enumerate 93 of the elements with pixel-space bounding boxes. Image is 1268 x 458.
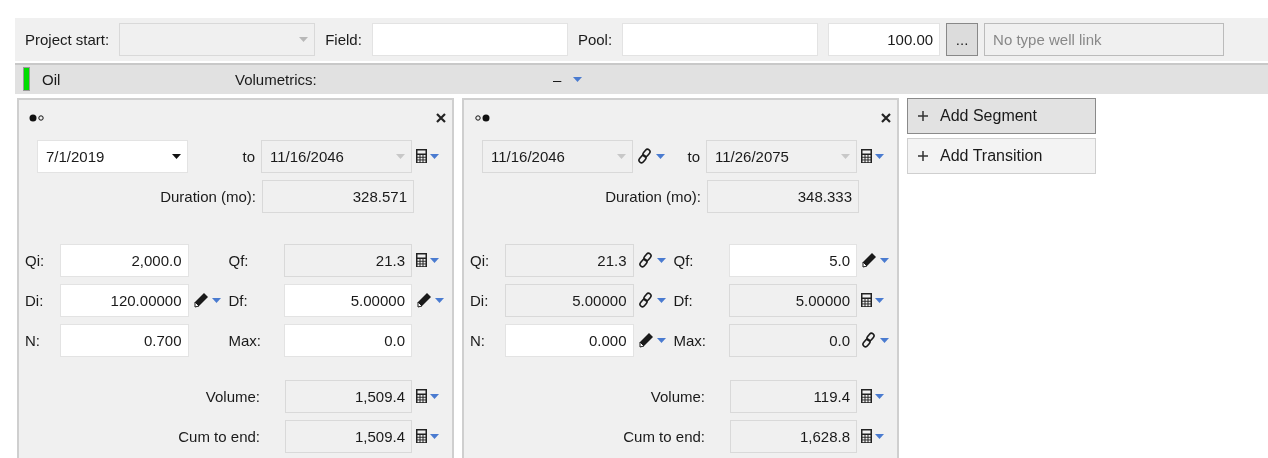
parameter-label: Df: — [228, 291, 249, 309]
result-label: Volume: — [204, 387, 261, 405]
calculator-icon[interactable] — [861, 429, 872, 443]
parameter-label: Di: — [25, 291, 45, 309]
calculator-icon[interactable] — [416, 429, 427, 443]
parameter-label: N: — [470, 331, 486, 349]
dropdown-arrow-icon[interactable] — [172, 153, 181, 159]
link-icon[interactable] — [637, 252, 654, 268]
caret-icon[interactable] — [656, 153, 665, 159]
field-label: Pool: — [577, 30, 613, 48]
duration-label: Duration (mo): — [604, 187, 702, 205]
add-button[interactable]: Add Transition — [907, 138, 1096, 174]
result-field: 1,509.4 — [285, 379, 412, 413]
field-label: Project start: — [25, 30, 110, 48]
result-label: Cum to end: — [177, 427, 261, 445]
calculator-icon[interactable] — [861, 389, 872, 403]
parameter-field[interactable]: 2,000.0 — [60, 243, 189, 277]
duration-label: Duration (mo): — [159, 187, 257, 205]
parameter-label: Qf: — [673, 251, 695, 269]
parameter-label: Max: — [228, 331, 262, 349]
duration-field: 348.333 — [707, 179, 859, 213]
volumetrics-label: Volumetrics: — [235, 70, 318, 88]
caret-icon[interactable] — [875, 393, 884, 399]
caret-icon[interactable] — [656, 297, 666, 303]
number-field[interactable]: 100.00 — [828, 22, 941, 56]
caret-icon[interactable] — [430, 153, 439, 159]
caret-icon[interactable] — [875, 153, 884, 159]
parameter-field: 5.00000 — [505, 283, 634, 317]
date-dropdown[interactable]: 11/16/2046 — [482, 139, 633, 173]
caret-icon[interactable] — [573, 76, 583, 82]
caret-icon[interactable] — [656, 257, 666, 263]
stream-name: Oil — [41, 70, 62, 88]
caret-icon[interactable] — [430, 393, 439, 399]
parameter-label: Max: — [673, 331, 707, 349]
parameter-field[interactable]: 5.00000 — [283, 283, 412, 317]
parameter-label: Qi: — [470, 251, 491, 269]
field-label: Field: — [325, 30, 362, 48]
caret-icon[interactable] — [656, 337, 666, 343]
caret-icon[interactable] — [435, 297, 444, 303]
parameter-field[interactable]: 0.000 — [505, 323, 634, 357]
duration-field: 328.571 — [262, 179, 414, 213]
result-field: 1,628.8 — [730, 419, 857, 453]
caret-icon[interactable] — [875, 433, 884, 439]
parameter-label: N: — [25, 331, 41, 349]
caret-icon[interactable] — [430, 433, 439, 439]
pencil-icon[interactable] — [192, 292, 209, 308]
calculator-icon[interactable] — [416, 149, 427, 163]
pencil-icon[interactable] — [861, 252, 877, 268]
volumetrics-value[interactable]: – — [553, 70, 562, 88]
to-label: to — [241, 147, 256, 165]
caret-icon[interactable] — [875, 297, 884, 303]
caret-icon[interactable] — [211, 297, 221, 303]
calculator-icon[interactable] — [416, 389, 427, 403]
parameter-field[interactable]: 120.00000 — [60, 283, 189, 317]
date-dropdown[interactable]: 11/26/2075 — [706, 139, 857, 173]
input-field[interactable] — [371, 22, 568, 56]
parameter-field[interactable]: 5.0 — [728, 243, 857, 277]
pencil-icon[interactable] — [416, 292, 432, 308]
parameter-label: Qi: — [25, 251, 46, 269]
calculator-icon[interactable] — [416, 253, 427, 267]
add-button[interactable]: Add Segment — [907, 98, 1096, 134]
result-field: 1,509.4 — [285, 419, 412, 453]
input-field[interactable] — [622, 22, 819, 56]
plus-icon[interactable] — [918, 111, 928, 121]
parameter-label: Di: — [470, 291, 490, 309]
result-field: 119.4 — [730, 379, 857, 413]
calculator-icon[interactable] — [861, 149, 872, 163]
close-icon[interactable] — [881, 113, 891, 123]
caret-icon[interactable] — [880, 257, 889, 263]
caret-icon[interactable] — [880, 337, 889, 343]
date-dropdown[interactable]: 7/1/2019 — [37, 139, 188, 173]
result-label: Cum to end: — [622, 427, 706, 445]
close-icon[interactable] — [436, 113, 446, 123]
parameter-field[interactable]: 0.0 — [283, 323, 412, 357]
date-dropdown[interactable]: 11/16/2046 — [261, 139, 412, 173]
parameter-label: Df: — [673, 291, 694, 309]
caret-icon[interactable] — [430, 257, 439, 263]
parameter-field[interactable]: 0.700 — [60, 323, 189, 357]
browse-button[interactable]: ... — [946, 22, 979, 56]
parameter-field: 0.0 — [728, 323, 857, 357]
to-label: to — [686, 147, 701, 165]
parameter-field: 21.3 — [505, 243, 634, 277]
parameter-field: 5.00000 — [728, 283, 857, 317]
link-icon[interactable] — [637, 148, 653, 164]
pencil-icon[interactable] — [637, 332, 654, 348]
parameter-field: 21.3 — [283, 243, 412, 277]
result-label: Volume: — [649, 387, 706, 405]
type-well-field: No type well link — [984, 22, 1225, 56]
link-icon[interactable] — [861, 332, 877, 348]
parameter-label: Qf: — [228, 251, 250, 269]
calculator-icon[interactable] — [861, 293, 872, 307]
plus-icon[interactable] — [918, 151, 928, 161]
link-icon[interactable] — [637, 292, 654, 308]
